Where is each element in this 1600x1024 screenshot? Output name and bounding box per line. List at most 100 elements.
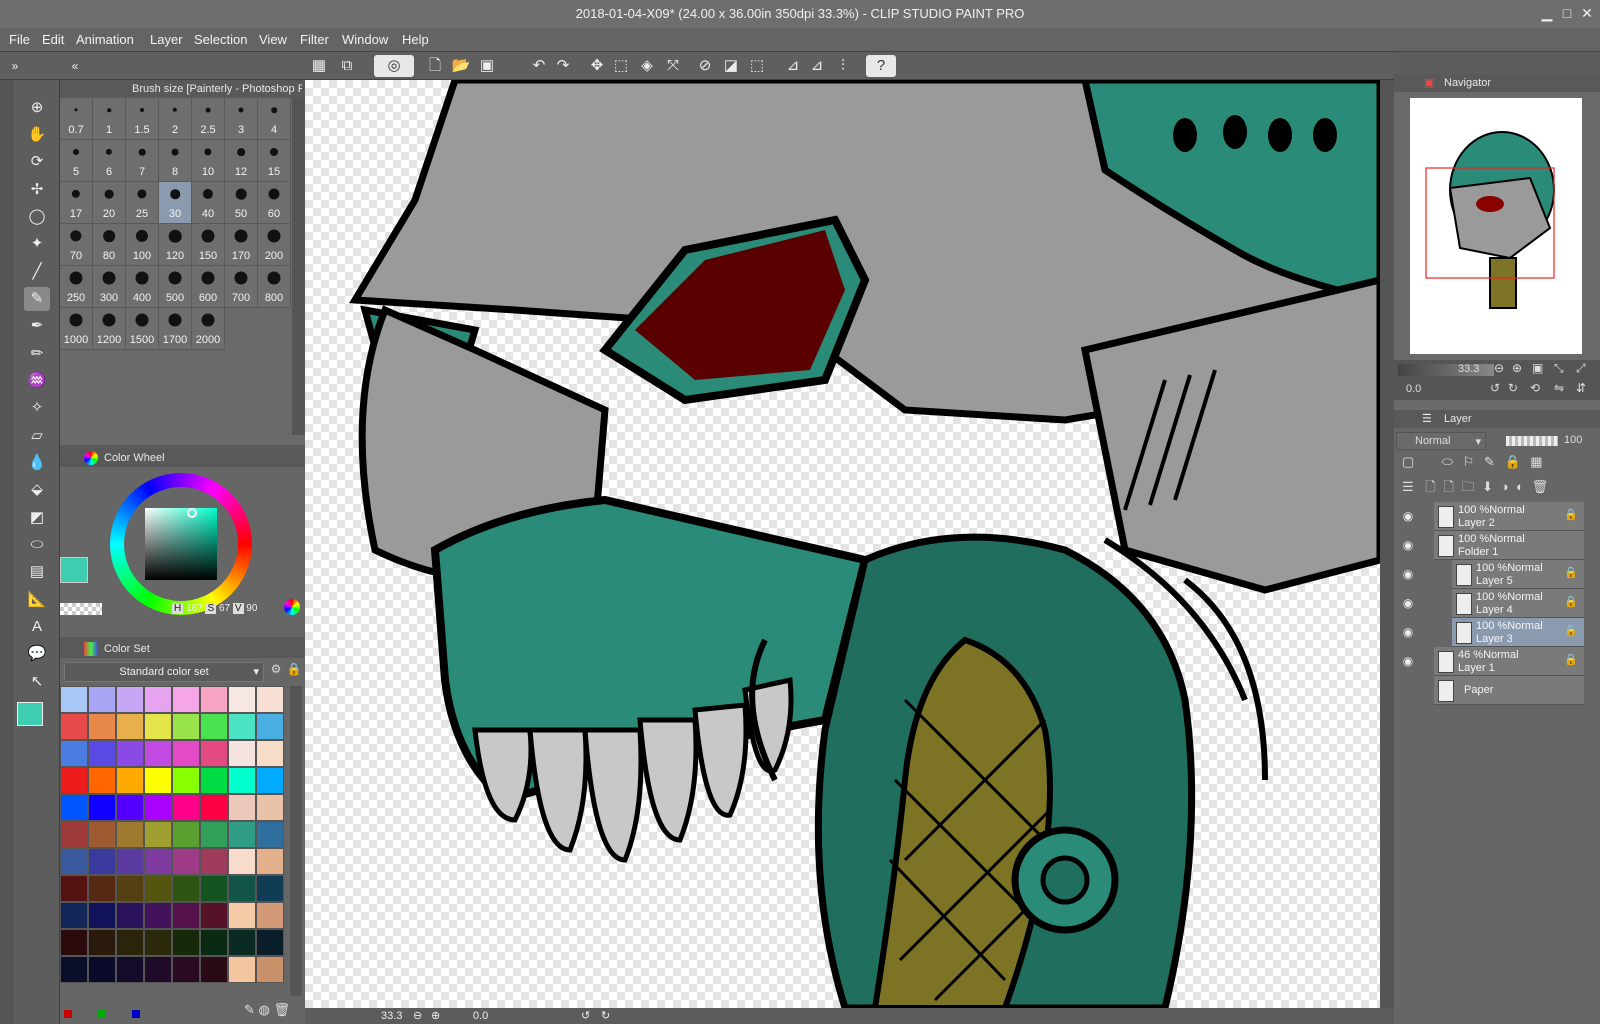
merge-icon[interactable]: ⬇ [1482, 479, 1493, 494]
layer-visibility-icon[interactable]: ◉ [1400, 509, 1416, 523]
color-swatch[interactable] [144, 713, 172, 740]
color-swatch[interactable] [60, 794, 88, 821]
main-color-chip[interactable] [17, 702, 43, 726]
brush-size-1000[interactable]: 1000 [60, 308, 93, 350]
brush-size-150[interactable]: 150 [192, 224, 225, 266]
color-swatch[interactable] [228, 902, 256, 929]
layer-visibility-icon[interactable] [1400, 683, 1416, 697]
brush-size-1500[interactable]: 1500 [126, 308, 159, 350]
color-swatch[interactable] [200, 956, 228, 983]
transform-icon[interactable]: ✥ [586, 55, 608, 77]
navigator-rotation-value[interactable]: 0.0 [1406, 383, 1421, 395]
brush-size-12[interactable]: 12 [225, 140, 258, 182]
color-set-scrollbar[interactable] [290, 686, 302, 996]
brush-size-8[interactable]: 8 [159, 140, 192, 182]
flip-horizontal-icon[interactable]: ⇋ [1554, 381, 1564, 395]
color-swatch[interactable] [200, 929, 228, 956]
color-swatch[interactable] [200, 902, 228, 929]
eyedropper-icon[interactable]: ╱ [24, 260, 50, 284]
text-icon[interactable]: A [24, 615, 50, 639]
layer-row[interactable]: Paper [1434, 676, 1584, 705]
color-swatch[interactable] [144, 956, 172, 983]
color-swatch[interactable] [228, 875, 256, 902]
color-swatch[interactable] [88, 767, 116, 794]
color-swatch[interactable] [116, 956, 144, 983]
layer-visibility-icon[interactable]: ◉ [1400, 596, 1416, 610]
layer-lock-icon[interactable]: 🔒 [1564, 508, 1578, 521]
brush-size-1200[interactable]: 1200 [93, 308, 126, 350]
panel-left-icon[interactable]: « [64, 55, 86, 77]
color-swatch[interactable] [228, 740, 256, 767]
color-swatch[interactable] [88, 848, 116, 875]
color-swatch[interactable] [200, 848, 228, 875]
new-file-icon[interactable]: 🗋 [424, 55, 446, 77]
brush-size-5[interactable]: 5 [60, 140, 93, 182]
color-swatch[interactable] [200, 794, 228, 821]
brush-size-300[interactable]: 300 [93, 266, 126, 308]
recent-color-chip[interactable] [98, 1010, 106, 1018]
color-swatch[interactable] [200, 713, 228, 740]
layer-row[interactable]: 100 %Normal Layer 4 🔒 [1452, 589, 1584, 618]
color-swatch[interactable] [144, 821, 172, 848]
brush-size-2000[interactable]: 2000 [192, 308, 225, 350]
color-swatch[interactable] [172, 929, 200, 956]
layer-row[interactable]: 100 %Normal Layer 2 🔒 [1434, 502, 1584, 531]
new-raster-layer-icon[interactable]: 🗋 [1425, 479, 1435, 494]
color-swatch[interactable] [172, 767, 200, 794]
main-color-swatch[interactable] [60, 557, 88, 583]
brush-size-2[interactable]: 2 [159, 98, 192, 140]
layer-lock-icon[interactable]: 🔒 [1564, 624, 1578, 637]
color-swatch[interactable] [144, 875, 172, 902]
grid-snap-icon[interactable]: ⫶ [832, 55, 854, 77]
color-swatch[interactable] [172, 686, 200, 713]
collapse-left-icon[interactable]: » [4, 55, 26, 77]
brush-size-60[interactable]: 60 [258, 182, 291, 224]
color-swatch[interactable] [88, 875, 116, 902]
redo-icon[interactable]: ↷ [552, 55, 574, 77]
color-swatch[interactable] [60, 821, 88, 848]
color-swatch[interactable] [256, 929, 284, 956]
close-button[interactable]: ✕ [1578, 4, 1596, 22]
color-swatch[interactable] [144, 767, 172, 794]
menu-animation[interactable]: Animation [76, 32, 134, 47]
color-swatch[interactable] [88, 821, 116, 848]
clear-icon[interactable]: ⊘ [694, 55, 716, 77]
brush-size-2-5[interactable]: 2.5 [192, 98, 225, 140]
color-swatch[interactable] [228, 848, 256, 875]
blend-mode-select[interactable]: Normal ▾ [1396, 432, 1486, 450]
delete-color-icon[interactable]: 🗑 [274, 1002, 291, 1017]
correction-icon[interactable]: ↖ [24, 670, 50, 694]
navigator-preview[interactable] [1410, 98, 1582, 354]
layer-lock-icon[interactable]: 🔒 [1564, 653, 1578, 666]
new-folder-icon[interactable]: 🗀 [1461, 479, 1474, 494]
layer-visibility-icon[interactable]: ◉ [1400, 654, 1416, 668]
brush-size-30[interactable]: 30 [159, 182, 192, 224]
frame-icon[interactable]: ▤ [24, 560, 50, 584]
color-swatch[interactable] [144, 794, 172, 821]
color-swatch[interactable] [256, 875, 284, 902]
color-swatch[interactable] [200, 686, 228, 713]
brush-size-3[interactable]: 3 [225, 98, 258, 140]
navigator-zoom-value[interactable]: 33.3 [1458, 363, 1479, 375]
color-swatch[interactable] [116, 767, 144, 794]
mask-icon[interactable]: ◑ [1501, 479, 1509, 494]
zoom-icon[interactable]: ⊕ [24, 96, 50, 120]
color-swatch[interactable] [60, 956, 88, 983]
brush-size-70[interactable]: 70 [60, 224, 93, 266]
layer-color-icon[interactable]: ▢ [1402, 454, 1414, 469]
canvas-vertical-scrollbar[interactable] [1380, 80, 1394, 1008]
ref-layer-icon[interactable]: ⚐ [1463, 454, 1475, 469]
pencil-icon[interactable]: ✏ [24, 342, 50, 366]
saturation-value-square[interactable] [145, 508, 217, 580]
color-swatch[interactable] [88, 929, 116, 956]
layer-lock-icon[interactable]: 🔒 [1564, 595, 1578, 608]
flip-vertical-icon[interactable]: ⇵ [1576, 381, 1586, 395]
color-swatch[interactable] [88, 956, 116, 983]
decoration-icon[interactable]: ✧ [24, 396, 50, 420]
color-swatch[interactable] [256, 794, 284, 821]
brush-size-80[interactable]: 80 [93, 224, 126, 266]
clip-icon[interactable]: ⬭ [1442, 454, 1453, 469]
color-swatch[interactable] [144, 848, 172, 875]
opacity-value[interactable]: 100 [1564, 434, 1582, 446]
brush-size-1-5[interactable]: 1.5 [126, 98, 159, 140]
